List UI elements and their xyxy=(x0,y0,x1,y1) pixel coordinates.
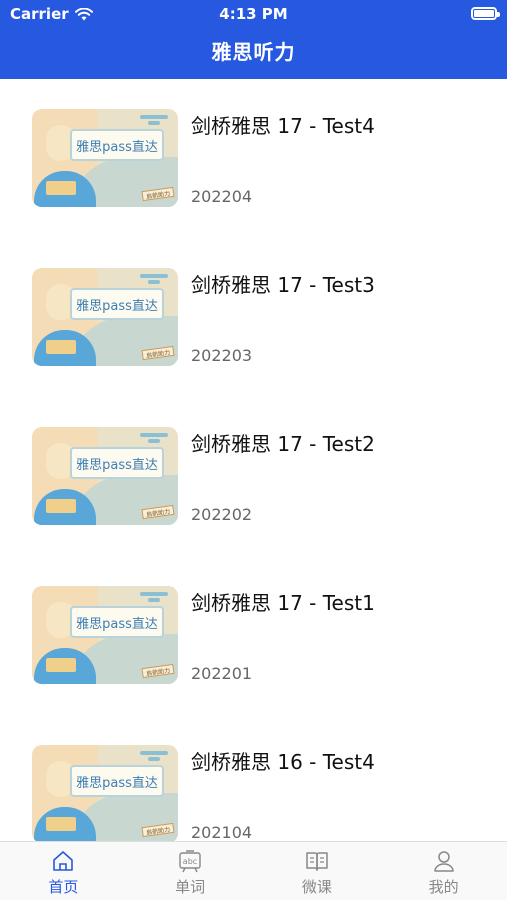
battery-icon xyxy=(471,7,500,20)
list-item[interactable]: 雅思pass直达 启航助力 剑桥雅思 17 - Test4 202204 xyxy=(0,79,507,238)
list-item[interactable]: 雅思pass直达 启航助力 剑桥雅思 16 - Test4 202104 xyxy=(0,715,507,841)
page-title: 雅思听力 xyxy=(211,40,296,64)
list-item[interactable]: 雅思pass直达 启航助力 剑桥雅思 17 - Test1 202201 xyxy=(0,556,507,715)
list-item[interactable]: 雅思pass直达 启航助力 剑桥雅思 17 - Test2 202202 xyxy=(0,397,507,556)
thumbnail-image: 雅思pass直达 启航助力 xyxy=(32,109,178,207)
tab-words[interactable]: abc 单词 xyxy=(127,842,254,900)
thumbnail-image: 雅思pass直达 启航助力 xyxy=(32,586,178,684)
item-title: 剑桥雅思 17 - Test2 xyxy=(191,432,375,456)
tab-microclass-label: 微课 xyxy=(301,878,332,896)
abc-board-icon: abc xyxy=(179,850,201,873)
item-title: 剑桥雅思 17 - Test3 xyxy=(191,273,375,297)
list-item[interactable]: 雅思pass直达 启航助力 剑桥雅思 17 - Test3 202203 xyxy=(0,238,507,397)
item-date: 202202 xyxy=(191,505,253,524)
status-bar: Carrier 4:13 PM xyxy=(0,0,507,28)
thumbnail-caption: 雅思pass直达 xyxy=(70,606,164,638)
thumbnail-caption: 雅思pass直达 xyxy=(70,288,164,320)
item-date: 202204 xyxy=(191,187,253,206)
thumbnail-caption: 雅思pass直达 xyxy=(70,447,164,479)
test-list[interactable]: 雅思pass直达 启航助力 剑桥雅思 17 - Test4 202204 雅思p… xyxy=(0,79,507,841)
item-date: 202203 xyxy=(191,346,253,365)
tab-bar: 首页 abc 单词 微课 我的 xyxy=(0,841,507,900)
app-header: Carrier 4:13 PM 雅思听力 xyxy=(0,0,507,79)
tab-microclass[interactable]: 微课 xyxy=(254,842,381,900)
thumbnail-caption: 雅思pass直达 xyxy=(70,129,164,161)
tab-home-label: 首页 xyxy=(48,878,79,896)
svg-text:abc: abc xyxy=(183,857,197,866)
person-icon xyxy=(433,851,454,872)
tab-words-label: 单词 xyxy=(175,878,206,896)
thumbnail-image: 雅思pass直达 启航助力 xyxy=(32,745,178,841)
thumbnail-image: 雅思pass直达 启航助力 xyxy=(32,427,178,525)
status-time: 4:13 PM xyxy=(219,5,288,23)
tab-profile[interactable]: 我的 xyxy=(380,842,507,900)
tab-profile-label: 我的 xyxy=(428,878,459,896)
item-date: 202104 xyxy=(191,823,253,841)
item-date: 202201 xyxy=(191,664,253,683)
thumbnail-image: 雅思pass直达 启航助力 xyxy=(32,268,178,366)
open-book-icon xyxy=(306,852,328,871)
item-title: 剑桥雅思 16 - Test4 xyxy=(191,750,375,774)
home-icon xyxy=(53,851,74,871)
tab-home[interactable]: 首页 xyxy=(0,842,127,900)
thumbnail-caption: 雅思pass直达 xyxy=(70,765,164,797)
item-title: 剑桥雅思 17 - Test4 xyxy=(191,114,375,138)
item-title: 剑桥雅思 17 - Test1 xyxy=(191,591,375,615)
